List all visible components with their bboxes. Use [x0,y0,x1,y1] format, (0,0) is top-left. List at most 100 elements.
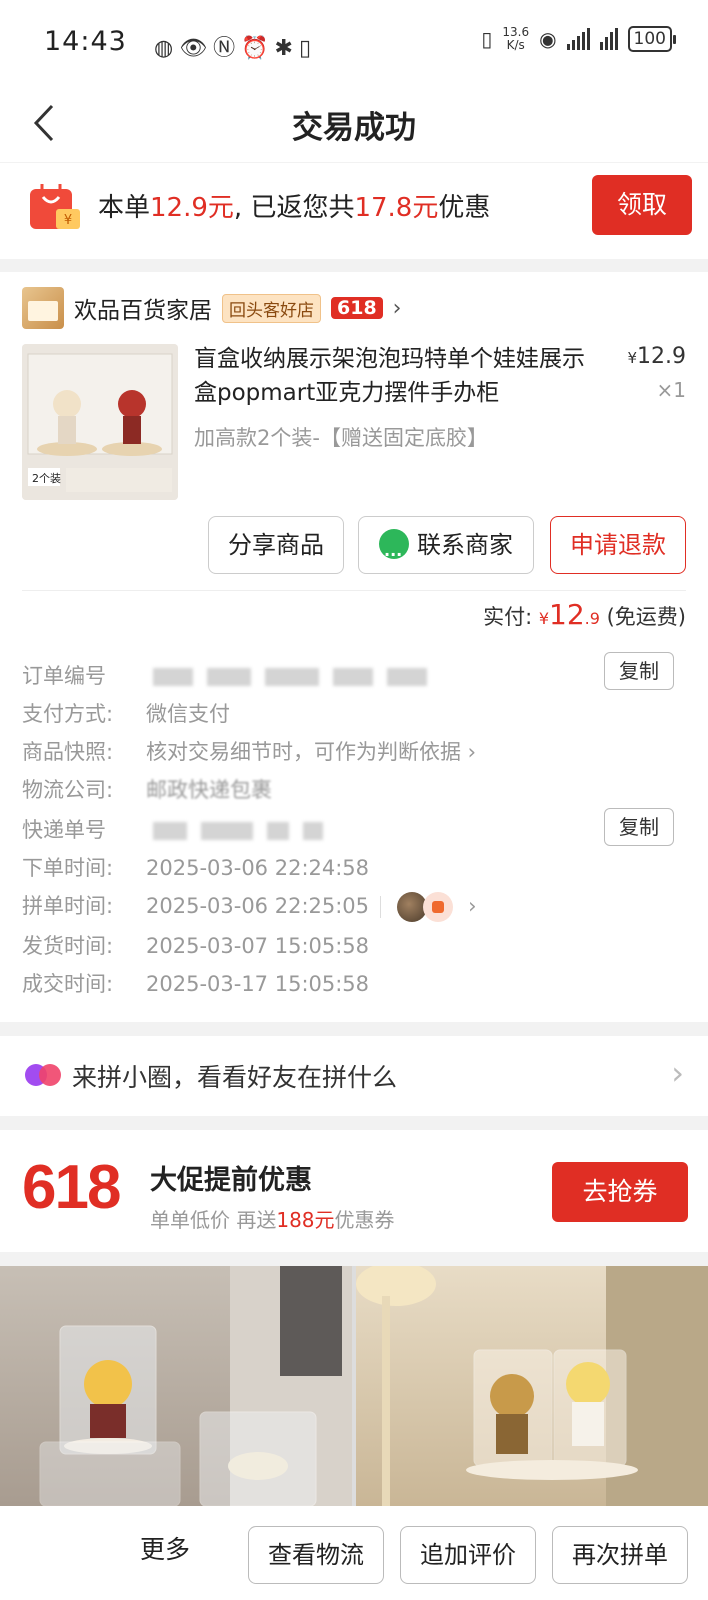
signal-icon-2 [599,28,618,50]
logistics-company-value: 邮政快递包裹 [146,778,272,802]
paid-integer: 12 [549,598,585,631]
order-time-row: 下单时间: 2025-03-06 22:24:58 [22,852,369,882]
bottom-action-bar: 更多 查看物流 追加评价 再次拼单 [0,1506,708,1600]
chevron-right-icon: › [461,740,477,764]
friends-circle-link[interactable]: 来拼小圈，看看好友在拼什么 › [0,1036,708,1116]
tracking-number-label: 快递单号 [22,818,106,842]
tracking-number-row: 快递单号 [22,814,337,844]
badge-618: 618 [331,297,383,319]
product-spec: 加高款2个装-【赠送固定底胶】 [194,426,488,450]
price-symbol: ¥ [627,349,637,367]
ship-time-label: 发货时间: [22,934,114,958]
price-decimal: .9 [665,344,686,369]
product-quantity: ×1 [656,378,686,402]
order-number-row: 订单编号 [22,660,441,690]
cashback-amount: 12.9元 [150,193,234,223]
paid-decimal: .9 [584,609,600,628]
chat-bubble-icon [379,527,409,583]
divider [379,896,381,918]
logistics-company-row: 物流公司: 邮政快递包裹 [22,774,272,804]
status-right-icons: ▯ 13.6 K/s ◉ 100 [481,26,677,52]
order-time-value: 2025-03-06 22:24:58 [146,856,370,880]
chevron-right-icon: › [392,295,402,321]
view-logistics-button[interactable]: 查看物流 [248,1526,384,1584]
svg-text:¥: ¥ [64,213,72,228]
net-speed-value: 13.6 [502,25,530,39]
payment-method-value: 微信支付 [146,702,230,726]
group-time-row[interactable]: 拼单时间: 2025-03-06 22:25:05 › [22,890,477,922]
order-card: 欢品百货家居 回头客好店 618 › 2个装 盲盒收纳展示架泡泡玛特单个娃娃展示… [0,272,708,640]
product-price: ¥12.9 [627,344,686,369]
friends-circle-text: 来拼小圈，看看好友在拼什么 [72,1063,398,1092]
shop-name: 欢品百货家居 [74,298,212,324]
copy-tracking-number-button[interactable]: 复制 [604,808,674,846]
recommended-product-image[interactable] [356,1266,708,1506]
grab-coupon-button[interactable]: 去抢券 [552,1162,688,1222]
order-time-label: 下单时间: [22,856,114,880]
shop-header[interactable]: 欢品百货家居 回头客好店 618 › [22,286,401,330]
contact-seller-button[interactable]: 联系商家 [358,516,534,583]
shipping-note: (免运费) [599,605,686,629]
share-product-button[interactable]: 分享商品 [208,516,344,574]
status-bar: 14:43 ◍👁Ⓝ⏰✱▯ ▯ 13.6 K/s ◉ 100 [0,0,708,88]
sale-sub-suffix: 优惠券 [334,1208,395,1232]
cashback-suffix: 优惠 [438,193,491,223]
shop-logo [22,287,64,329]
ship-time-value: 2025-03-07 15:05:58 [146,934,370,958]
payment-method-label: 支付方式: [22,702,114,726]
deal-time-value: 2025-03-17 15:05:58 [146,972,370,996]
group-time-value: 2025-03-06 22:25:05 [146,894,370,918]
sale-title: 大促提前优惠 [150,1165,312,1196]
cashback-text: 本单12.9元, 已返您共17.8元优惠 [98,187,490,224]
claim-button[interactable]: 领取 [592,175,692,235]
snapshot-row[interactable]: 商品快照: 核对交易细节时，可作为判断依据 › [22,736,476,766]
shopping-bag-icon: ¥ [30,184,80,229]
amount-paid: 实付: ¥12.9 (免运费) [483,598,686,631]
sale-logo: 618 [22,1153,121,1222]
chevron-right-icon: › [468,894,477,918]
contact-seller-label: 联系商家 [417,531,513,559]
signal-icon [566,28,590,50]
product-image[interactable]: 2个装 [22,344,178,500]
copy-order-number-button[interactable]: 复制 [604,652,674,690]
request-refund-button[interactable]: 申请退款 [550,516,686,574]
redacted-value [206,668,251,686]
ship-time-row: 发货时间: 2025-03-07 15:05:58 [22,930,369,960]
sale-banner: 618 大促提前优惠 单单低价 再送188元优惠券 去抢券 [0,1130,708,1252]
more-button[interactable]: 更多 [140,1530,190,1566]
recommended-product-image[interactable] [0,1266,352,1506]
redacted-value [200,822,253,840]
paid-amount: ¥12.9 [539,598,600,631]
svg-text:2个装: 2个装 [32,472,61,485]
redacted-value [302,822,323,840]
add-review-button[interactable]: 追加评价 [400,1526,536,1584]
order-info-section: 订单编号 复制 支付方式: 微信支付 商品快照: 核对交易细节时，可作为判断依据 ›… [0,640,708,1022]
net-speed-unit: K/s [506,38,525,52]
redacted-value [152,668,193,686]
snapshot-value: 核对交易细节时，可作为判断依据 [146,740,461,764]
group-time-label: 拼单时间: [22,894,114,918]
status-time: 14:43 [44,26,127,57]
snapshot-label: 商品快照: [22,740,114,764]
notification-icons: ◍👁Ⓝ⏰✱▯ [154,36,318,61]
divider [22,590,686,591]
logistics-company-label: 物流公司: [22,778,114,802]
rebuy-button[interactable]: 再次拼单 [552,1526,688,1584]
hotspot-icon: ◉ [539,27,557,51]
page-title: 交易成功 [292,110,416,146]
nav-bar: 交易成功 [0,88,708,162]
recommendation-images[interactable] [0,1266,708,1506]
vibrate-icon: ▯ [481,27,493,51]
network-speed: 13.6 K/s [502,26,529,52]
sale-subtitle: 单单低价 再送188元优惠券 [150,1204,395,1233]
order-number-label: 订单编号 [22,664,106,688]
payment-method-row: 支付方式: 微信支付 [22,698,230,728]
product-title[interactable]: 盲盒收纳展示架泡泡玛特单个娃娃展示盒popmart亚克力摆件手办柜 [194,342,594,410]
battery-icon: 100 [627,26,677,52]
paid-symbol: ¥ [538,609,550,628]
deal-time-row: 成交时间: 2025-03-17 15:05:58 [22,968,369,998]
redacted-value [386,668,427,686]
redacted-value [152,822,187,840]
chevron-right-icon: › [671,1054,684,1092]
redacted-value [332,668,373,686]
